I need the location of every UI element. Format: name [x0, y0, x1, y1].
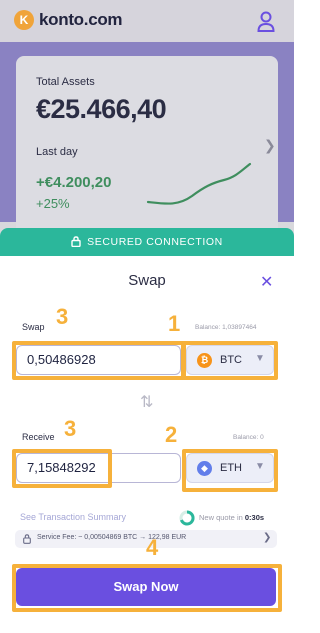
chevron-down-icon: ▼ — [255, 461, 265, 472]
swap-modal: Swap ✕ Swap Balance: 1,03897464 0,504869… — [0, 256, 294, 633]
swap-coin-name: BTC — [220, 354, 242, 366]
quote-countdown: New quote in 0:30s — [199, 513, 264, 522]
swap-amount-input[interactable]: 0,50486928 — [16, 345, 181, 375]
lock-icon — [71, 236, 81, 247]
last-day-change: +€4.200,20 — [36, 174, 112, 191]
annotation-number: 4 — [146, 535, 159, 560]
close-icon[interactable]: ✕ — [260, 272, 273, 292]
last-day-label: Last day — [36, 146, 78, 158]
btc-icon: ₿ — [197, 353, 212, 368]
swap-direction-icon[interactable]: ⇅ — [140, 392, 153, 412]
annotation-number: 3 — [56, 304, 69, 329]
swap-balance: Balance: 1,03897464 — [195, 324, 257, 331]
receive-amount-input[interactable]: 7,15848292 — [16, 453, 181, 483]
chevron-right-icon[interactable]: ❯ — [264, 137, 276, 154]
annotation-number: 3 — [64, 416, 77, 441]
logo-icon: K — [14, 10, 34, 30]
receive-balance: Balance: 0 — [233, 434, 264, 441]
last-day-percent: +25% — [36, 196, 70, 211]
quote-countdown-value: 0:30s — [244, 513, 265, 522]
user-icon[interactable] — [257, 11, 275, 33]
swap-coin-select[interactable]: ₿ BTC ▼ — [186, 345, 274, 375]
annotation-number: 2 — [165, 422, 178, 447]
top-bar: K konto.com — [0, 0, 294, 42]
quote-timer-icon — [179, 510, 195, 526]
swap-now-button[interactable]: Swap Now — [16, 568, 276, 606]
receive-coin-name: ETH — [220, 462, 242, 474]
secured-connection-banner: SECURED CONNECTION — [0, 228, 294, 256]
lock-icon — [23, 534, 31, 544]
service-fee-text: Service Fee: ~ 0,00504869 BTC → 122,98 E… — [37, 534, 187, 541]
secured-connection-text: SECURED CONNECTION — [87, 236, 223, 248]
assets-card: Total Assets €25.466,40 Last day +€4.200… — [16, 56, 278, 241]
quote-prefix: New quote in — [199, 513, 245, 522]
swap-label: Swap — [22, 322, 45, 332]
eth-icon: ◆ — [197, 461, 212, 476]
chevron-right-icon: ❯ — [263, 532, 272, 543]
chevron-down-icon: ▼ — [255, 353, 265, 364]
app-frame: K konto.com Total Assets €25.466,40 Last… — [0, 0, 294, 633]
transaction-summary-link[interactable]: See Transaction Summary — [20, 512, 126, 522]
receive-coin-select[interactable]: ◆ ETH ▼ — [186, 453, 274, 483]
trend-sparkline — [146, 162, 252, 205]
total-assets-value: €25.466,40 — [36, 94, 167, 124]
modal-title: Swap — [128, 272, 166, 289]
receive-label: Receive — [22, 432, 55, 442]
annotation-number: 1 — [168, 311, 181, 336]
brand-name: konto.com — [39, 10, 123, 29]
total-assets-label: Total Assets — [36, 76, 95, 88]
